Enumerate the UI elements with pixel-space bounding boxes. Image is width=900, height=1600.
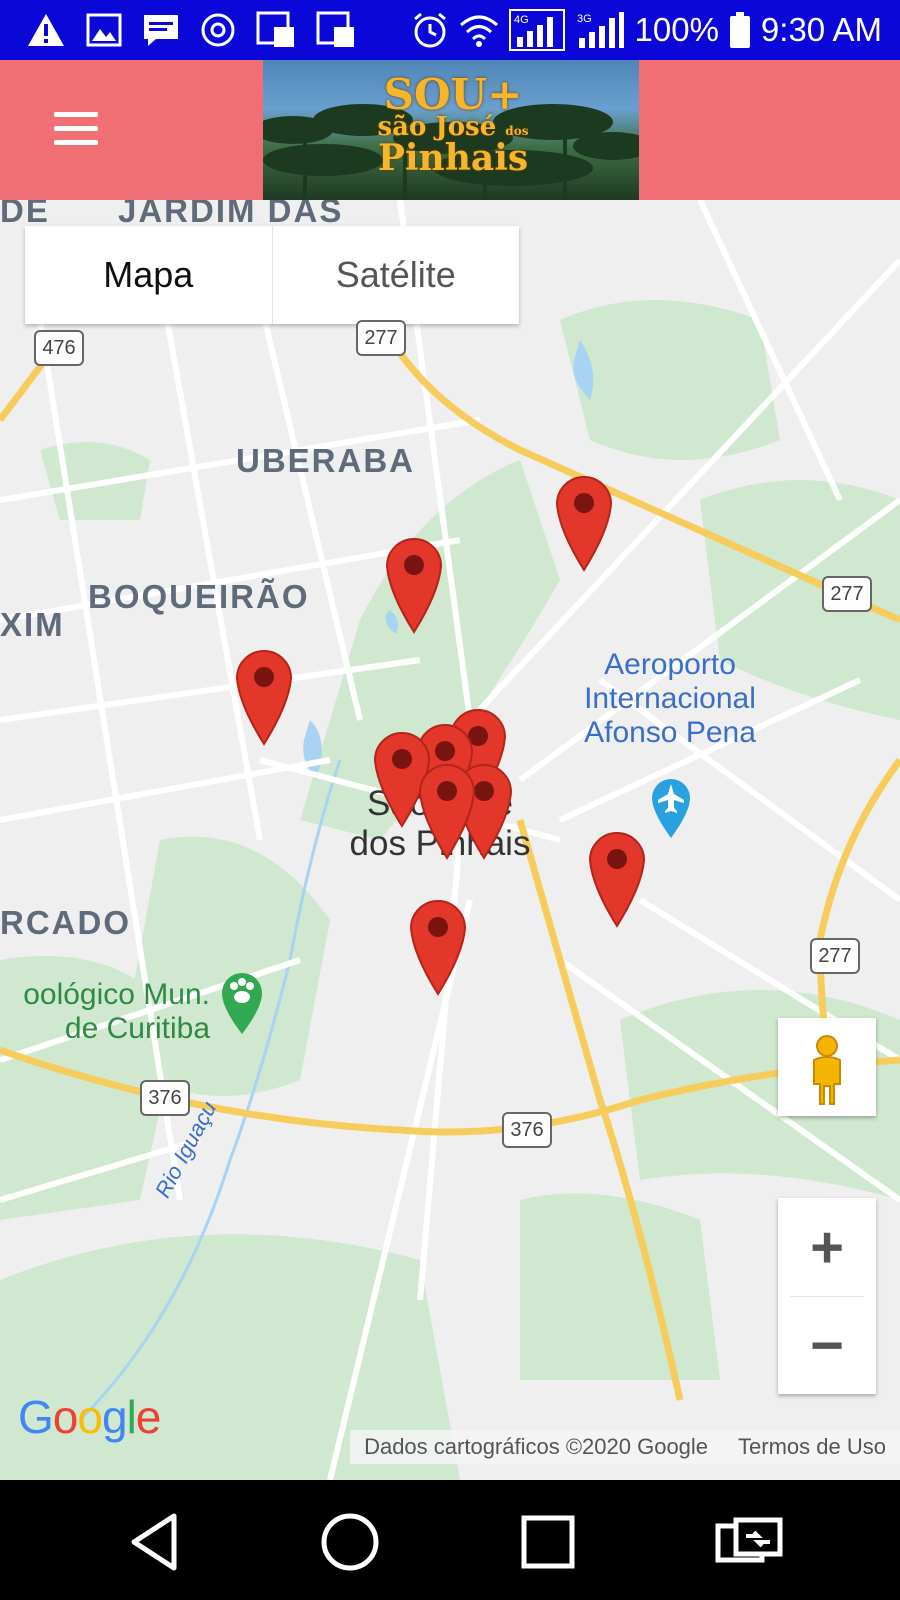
terms-of-use-link[interactable]: Termos de Uso	[738, 1434, 886, 1460]
airport-icon[interactable]	[648, 776, 694, 845]
network-badge: 4G	[514, 14, 529, 26]
pegman-icon	[813, 1035, 841, 1105]
map-view[interactable]: Mapa Satélite JARDIM DAS DE UBERABA BOQU…	[0, 200, 900, 1480]
signal-badge: 3G	[577, 13, 592, 25]
image-icon	[86, 13, 122, 47]
label-rcado: RCADO	[0, 904, 131, 941]
label-boqueirao: BOQUEIRÃO	[88, 578, 310, 615]
battery-icon	[729, 11, 751, 49]
label-airport: Aeroporto Internacional Afonso Pena	[560, 648, 780, 750]
app-logo-banner: SOU+ são José dos Pinhais	[263, 60, 639, 200]
zoo-paw-icon[interactable]	[218, 970, 266, 1041]
road-shield: 277	[810, 938, 860, 974]
street-view-pegman-button[interactable]	[778, 1018, 876, 1116]
map-data-attribution[interactable]: Dados cartográficos ©2020 Google	[364, 1434, 708, 1460]
zoom-out-button[interactable]: −	[778, 1296, 876, 1394]
label-zoo-line1: oológico Mun.	[23, 978, 210, 1011]
alarm-icon	[411, 11, 449, 49]
road-shield: 476	[34, 330, 84, 366]
status-bar: 4G 3G 100% 9:30 AM	[0, 0, 900, 60]
label-airport-line2: Internacional	[584, 682, 756, 715]
wifi-icon	[459, 13, 499, 47]
switch-apps-icon[interactable]	[714, 1510, 783, 1574]
road-shield: 277	[356, 320, 406, 356]
google-logo[interactable]: Google	[18, 1390, 161, 1444]
label-uberaba: UBERABA	[236, 442, 415, 479]
system-nav-bar	[0, 1480, 900, 1600]
map-marker-pin-icon[interactable]	[586, 828, 648, 928]
signal-icon: 3G	[575, 10, 625, 50]
recents-square-icon[interactable]	[516, 1510, 580, 1574]
banner-title: SOU+	[383, 70, 523, 119]
home-circle-icon[interactable]	[318, 1510, 382, 1574]
back-triangle-icon[interactable]	[124, 1510, 188, 1574]
label-zoo: oológico Mun. de Curitiba	[0, 978, 210, 1046]
email-icon	[200, 12, 236, 48]
map-marker-pin-icon[interactable]	[383, 534, 445, 634]
banner-city: Pinhais	[377, 137, 529, 179]
map-type-satellite-button[interactable]: Satélite	[271, 226, 520, 324]
map-marker-pin-icon[interactable]	[407, 896, 469, 996]
map-attribution: Dados cartográficos ©2020 Google Termos …	[350, 1430, 900, 1464]
map-marker-pin-icon[interactable]	[233, 646, 295, 746]
app-header: SOU+ são José dos Pinhais	[0, 60, 900, 200]
hamburger-menu-icon[interactable]	[48, 106, 104, 156]
zoom-control: + −	[778, 1198, 876, 1394]
battery-percent: 100%	[634, 11, 719, 48]
system-status-icons: 4G 3G 100% 9:30 AM	[401, 9, 882, 51]
banner-dos: dos	[505, 124, 529, 138]
warning-icon	[26, 12, 66, 48]
map-type-map-button[interactable]: Mapa	[25, 226, 272, 324]
signal-icon: 4G	[508, 9, 565, 51]
map-type-toggle: Mapa Satélite	[25, 226, 519, 324]
zoom-in-button[interactable]: +	[778, 1198, 876, 1296]
message-icon	[142, 13, 180, 47]
label-xim: XIM	[0, 606, 65, 643]
map-marker-pin-icon[interactable]	[553, 472, 615, 572]
label-zoo-line2: de Curitiba	[64, 1012, 210, 1045]
map-marker-pin-icon[interactable]	[416, 760, 478, 860]
road-shield: 277	[822, 576, 872, 612]
label-airport-line1: Aeroporto	[604, 648, 736, 681]
notification-icons	[26, 10, 376, 50]
road-shield: 376	[502, 1112, 552, 1148]
label-de: DE	[0, 200, 50, 229]
label-jardim: JARDIM DAS	[118, 200, 344, 229]
label-airport-line3: Afonso Pena	[584, 716, 756, 749]
cal-icon	[256, 11, 296, 49]
cal-icon	[316, 11, 356, 49]
clock: 9:30 AM	[760, 11, 882, 48]
road-shield: 376	[140, 1080, 190, 1116]
